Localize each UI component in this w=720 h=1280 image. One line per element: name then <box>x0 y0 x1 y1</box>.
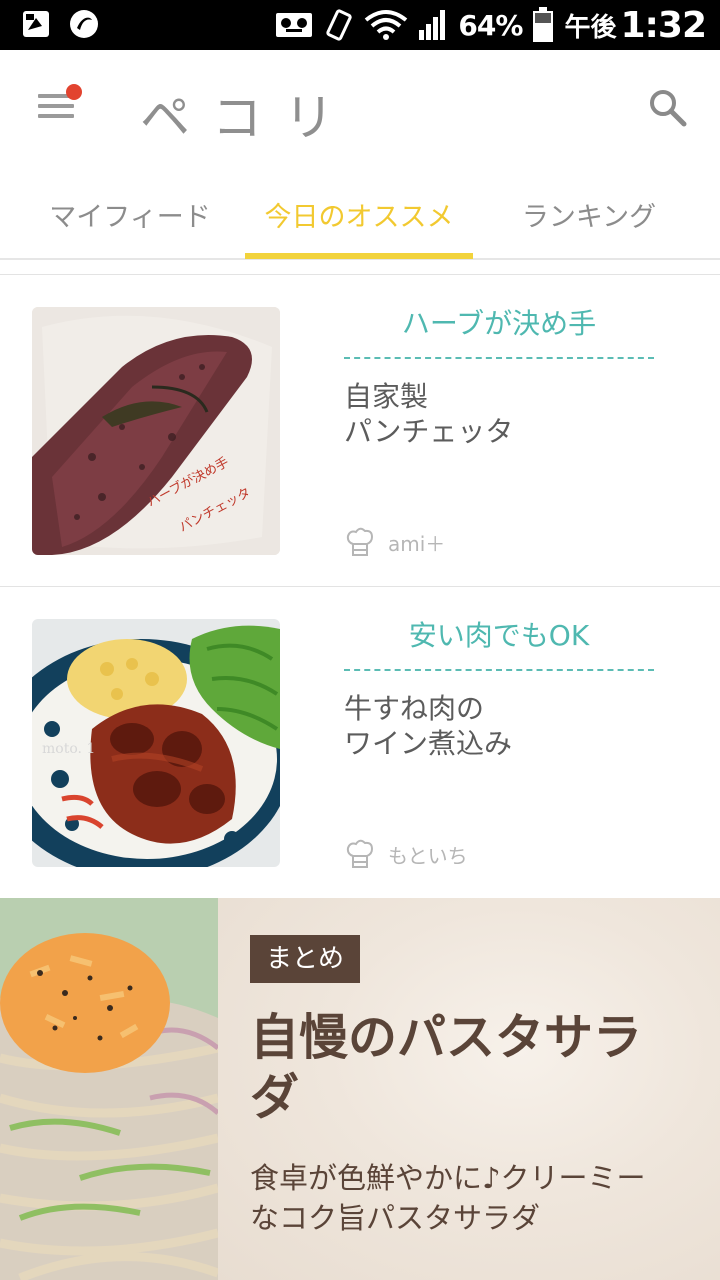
wifi-icon <box>365 10 408 40</box>
clock-time: 1:32 <box>620 4 707 46</box>
recipe-catchphrase: 安い肉でもOK <box>344 617 654 671</box>
photo-watermark: moto. 1 <box>42 741 95 757</box>
recipe-title[interactable]: 牛すね肉の ワイン煮込み <box>344 691 664 761</box>
recipe-title-line1: 牛すね肉の <box>344 692 485 725</box>
recipe-catchphrase: ハーブが決め手 <box>344 305 654 359</box>
voicemail-icon <box>276 13 313 37</box>
tab-todays-picks[interactable]: 今日のオススメ <box>245 170 473 258</box>
battery-percent: 64% <box>458 8 523 42</box>
recipe-author[interactable]: もといち <box>346 837 468 871</box>
app-logo: ペコリ <box>140 89 356 147</box>
menu-icon-line <box>38 104 74 108</box>
chef-hat-icon <box>346 839 374 868</box>
tab-my-feed[interactable]: マイフィード <box>14 170 246 258</box>
recipe-title[interactable]: 自家製 パンチェッタ <box>344 379 664 449</box>
author-name: もといち <box>388 843 468 868</box>
vibrate-icon <box>326 9 353 41</box>
tab-ranking[interactable]: ランキング <box>474 170 704 258</box>
recipe-photo[interactable]: moto. 1 <box>32 619 280 867</box>
signal-icon <box>419 10 446 40</box>
recipe-card[interactable]: moto. 1 安い肉でもOK 牛すね肉の ワイン煮込み もといち <box>0 587 720 898</box>
recipe-title-line2: パンチェッタ <box>344 415 514 448</box>
search-icon[interactable] <box>646 86 690 130</box>
summary-description: 食卓が色鮮やかに♪クリーミーなコク旨パスタサラダ <box>250 1161 646 1235</box>
summary-title: 自慢のパスタサラダ <box>250 1009 643 1126</box>
recipe-title-line2: ワイン煮込み <box>344 727 513 760</box>
chef-hat-icon <box>346 527 374 556</box>
recipe-photo[interactable]: ハーブが決め手 パンチェッタ <box>32 307 280 555</box>
summary-tag: まとめ <box>250 935 361 983</box>
battery-icon <box>533 7 554 42</box>
author-name: ami＋ <box>388 531 446 556</box>
menu-button[interactable] <box>34 84 82 126</box>
status-bar: 64% 午後 1:32 <box>0 0 720 50</box>
app-notification-icon <box>70 10 98 38</box>
tab-bar: マイフィード 今日のオススメ ランキング <box>0 170 720 260</box>
recipe-list: ハーブが決め手 パンチェッタ ハーブが決め手 自家製 パンチェッタ ami＋ m… <box>0 274 720 898</box>
notification-dot <box>66 84 82 100</box>
active-tab-indicator <box>245 253 473 259</box>
app-bar: ペコリ <box>0 50 720 170</box>
recipe-card[interactable]: ハーブが決め手 パンチェッタ ハーブが決め手 自家製 パンチェッタ ami＋ <box>0 275 720 587</box>
recipe-title-line1: 自家製 <box>344 380 429 413</box>
menu-icon-line <box>38 114 74 118</box>
summary-banner[interactable]: まとめ 自慢のパスタサラダ 食卓が色鮮やかに♪クリーミーなコク旨パスタサラダ <box>0 898 720 1280</box>
summary-photo <box>0 898 218 1280</box>
recipe-author[interactable]: ami＋ <box>346 525 445 559</box>
screenshot-icon <box>23 11 49 37</box>
clock-ampm: 午後 <box>564 12 617 43</box>
